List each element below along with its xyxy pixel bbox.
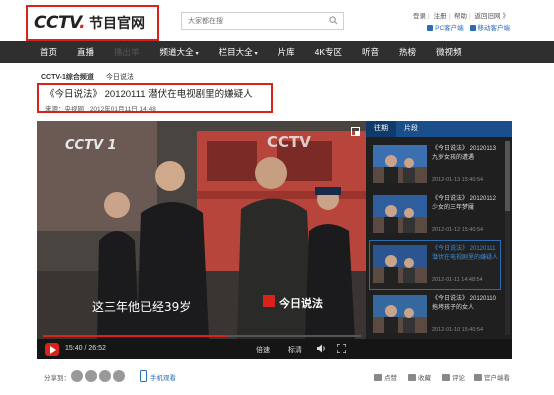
video-meta: 来源：央视网 2012年01月11日 14:48 (45, 103, 265, 113)
time-display: 15:40 / 26:52 (65, 345, 106, 352)
top-links: 登录 | 注册 | 帮助 | 返回旧网》 (412, 13, 510, 20)
main-nav: 首页 直播 播出单 频道大全 ▾ 栏目大全 ▾ 片库 4K专区 听音 热榜 微视频 (0, 41, 554, 63)
tab-clips[interactable]: 片段 (396, 121, 426, 137)
thumbs-up-icon (374, 374, 382, 381)
nav-item-7[interactable]: 听音 (352, 41, 389, 63)
episode-date: 2012-01-11 14:48:54 (432, 277, 483, 283)
video-frame[interactable]: CCTV 1 CCTV 今日说法 这三年他已经39岁 (37, 121, 366, 339)
chevron-down-icon: ▾ (195, 51, 199, 57)
nav-item-0[interactable]: 首页 (30, 41, 67, 63)
video-scene: CCTV 1 CCTV 今日说法 这三年他已经39岁 (37, 121, 366, 339)
episode-date: 2012-01-10 15:40:54 (432, 327, 484, 333)
progress-bar[interactable] (43, 335, 361, 337)
nav-item-8[interactable]: 热榜 (389, 41, 426, 63)
old-site-link[interactable]: 返回旧网 (475, 13, 501, 20)
client-icon (474, 374, 482, 381)
tab-past-episodes[interactable]: 往期 (366, 121, 396, 137)
progress-fill (43, 335, 229, 337)
program-logo: 今日说法 (278, 296, 323, 310)
app-links: PC客户端 移动客户端 (423, 22, 510, 32)
like-button[interactable]: 点赞 (374, 372, 397, 382)
breadcrumb: CCTV-1综合频道 今日说法 (41, 72, 134, 82)
sidebar-scrollbar[interactable] (505, 141, 510, 335)
breadcrumb-channel[interactable]: CCTV-1综合频道 (41, 74, 94, 81)
nav-item-4[interactable]: 栏目大全 ▾ (209, 41, 268, 63)
nav-item-6[interactable]: 4K专区 (305, 41, 352, 63)
scrollbar-thumb[interactable] (505, 141, 510, 211)
share-qzone-icon[interactable] (113, 370, 125, 382)
search-icon[interactable] (329, 16, 338, 25)
nav-item-5[interactable]: 片库 (268, 41, 305, 63)
pc-client-link[interactable]: PC客户端 (427, 25, 464, 32)
episode-date: 2012-01-13 15:40:54 (432, 177, 484, 183)
star-icon (408, 374, 416, 381)
share-weibo-icon[interactable] (71, 370, 83, 382)
episode-item[interactable]: 《今日说法》 20120110 拖垮孩子的女人 2012-01-10 15:40:… (370, 291, 500, 339)
share-wechat-icon[interactable] (99, 370, 111, 382)
video-subtitle: 这三年他已经39岁 (92, 299, 191, 314)
speed-button[interactable]: 倍速 (256, 345, 270, 355)
episode-sidebar: 往期 片段 《今日说法》 20120113 九岁女孩的遭遇 2012-01-13 … (366, 121, 512, 339)
episode-thumbnail (373, 195, 427, 233)
episode-title: 《今日说法》 20120112 少女的三年梦魇 (432, 196, 496, 211)
search-input[interactable] (182, 13, 322, 29)
logo-cctv-text: CCTV. (34, 13, 86, 33)
pip-icon[interactable] (351, 127, 360, 136)
comment-icon (442, 374, 450, 381)
fullscreen-icon[interactable] (337, 344, 346, 353)
mobile-icon (469, 25, 476, 31)
share-row: 分享到： 手机观看 点赞 收藏 评论 官户端看 (44, 370, 510, 384)
volume-icon[interactable] (317, 344, 326, 353)
play-button[interactable] (45, 343, 59, 356)
player-controls: 15:40 / 26:52 倍速 标清 (37, 335, 512, 359)
comment-button[interactable]: 评论 (442, 372, 465, 382)
nav-item-2[interactable]: 播出单 (104, 41, 150, 63)
program-logo-mark (263, 295, 275, 307)
episode-title: 《今日说法》 20120111 潜伏在电视剧里的嫌疑人 (432, 246, 499, 261)
site-logo[interactable]: CCTV. 节目官网 (26, 5, 159, 41)
episode-item[interactable]: 《今日说法》 20120112 少女的三年梦魇 2012-01-12 15:40:… (370, 191, 500, 239)
publish-date: 2012年01月11日 14:48 (89, 106, 156, 113)
login-link[interactable]: 登录 (413, 13, 426, 20)
pc-icon (427, 25, 434, 31)
channel-badge: CCTV 1 (65, 138, 117, 153)
video-title-box: 《今日说法》 20120111 潜伏在电视剧里的嫌疑人 来源：央视网 2012年… (37, 83, 273, 113)
episode-item[interactable]: 《今日说法》 20120113 九岁女孩的遭遇 2012-01-13 15:40:… (370, 141, 500, 189)
logo-subtitle: 节目官网 (89, 16, 146, 32)
arrow-icon: 》 (502, 13, 510, 20)
episode-title: 《今日说法》 20120110 拖垮孩子的女人 (432, 296, 496, 311)
help-link[interactable]: 帮助 (454, 13, 467, 20)
episode-item[interactable]: 《今日说法》 20120111 潜伏在电视剧里的嫌疑人 2012-01-11 14… (369, 240, 501, 290)
video-player: CCTV 1 CCTV 今日说法 这三年他已经39岁 往期 片段 《今日说法》 … (37, 121, 512, 359)
episode-title: 《今日说法》 20120113 九岁女孩的遭遇 (432, 146, 496, 161)
episode-thumbnail (373, 245, 427, 283)
client-watch-button[interactable]: 官户端看 (474, 372, 510, 382)
nav-item-9[interactable]: 微视频 (426, 41, 472, 63)
share-qq-icon[interactable] (85, 370, 97, 382)
video-title: 《今日说法》 20120111 潜伏在电视剧里的嫌疑人 (45, 89, 253, 100)
phone-icon[interactable] (140, 370, 147, 382)
nav-item-3[interactable]: 频道大全 ▾ (150, 41, 209, 63)
share-label: 分享到： (44, 375, 70, 382)
mobile-client-link[interactable]: 移动客户端 (469, 25, 510, 32)
sidebar-tabs: 往期 片段 (366, 121, 512, 137)
chevron-down-icon: ▾ (254, 51, 258, 57)
favorite-button[interactable]: 收藏 (408, 372, 431, 382)
episode-date: 2012-01-12 15:40:54 (432, 227, 484, 233)
search-box[interactable] (181, 12, 344, 30)
nav-item-1[interactable]: 直播 (67, 41, 104, 63)
watermark-logo: CCTV (267, 133, 311, 151)
source-label: 来源：央视网 (45, 106, 84, 113)
episode-thumbnail (373, 295, 427, 333)
watch-on-phone-link[interactable]: 手机观看 (150, 372, 176, 382)
episode-thumbnail (373, 145, 427, 183)
quality-button[interactable]: 标清 (288, 345, 302, 355)
register-link[interactable]: 注册 (433, 13, 446, 20)
breadcrumb-program[interactable]: 今日说法 (106, 74, 134, 81)
